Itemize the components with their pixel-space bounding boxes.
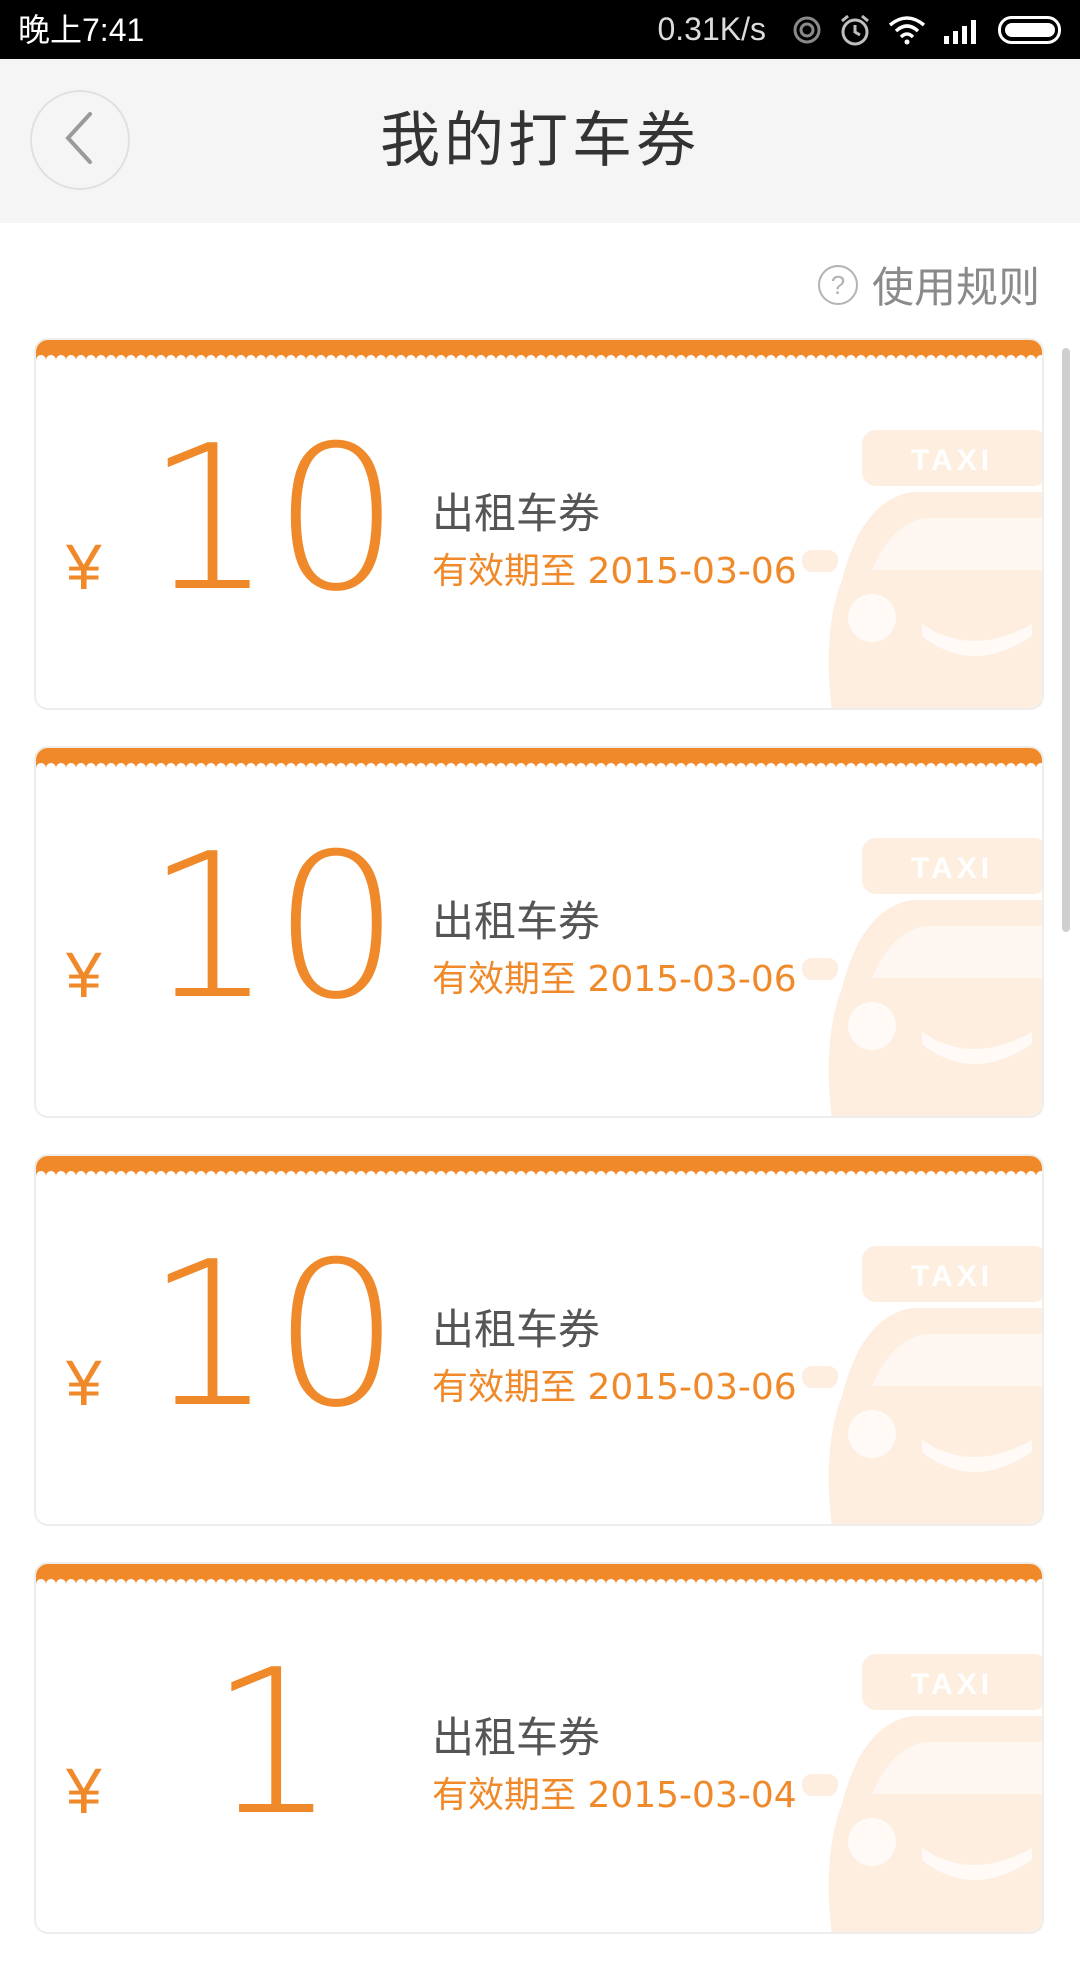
coupon-top-border: [36, 340, 1042, 370]
svg-text:TAXI: TAXI: [911, 852, 993, 885]
coupon-expiry: 有效期至 2015-03-06: [432, 1367, 797, 1408]
currency-symbol: ¥: [66, 1347, 102, 1419]
coupon-card[interactable]: ¥ 10 出租车券 有效期至 2015-03-06 TAXI: [34, 1154, 1044, 1526]
status-icons: 0.31K/s: [657, 0, 1064, 59]
coupon-card[interactable]: ¥ 10 出租车券 有效期至 2015-03-06 TAXI: [34, 338, 1044, 710]
usage-rules-label: 使用规则: [871, 263, 1040, 312]
coupon-top-border: [36, 748, 1042, 778]
header: 我的打车券: [0, 59, 1080, 223]
chevron-left-icon: [60, 108, 100, 172]
back-button[interactable]: [30, 90, 130, 190]
svg-text:TAXI: TAXI: [911, 1260, 993, 1293]
taxi-icon: TAXI: [802, 1246, 1042, 1524]
taxi-icon: TAXI: [802, 1654, 1042, 1932]
help-icon: ?: [817, 264, 858, 305]
coupon-card[interactable]: ¥ 10 出租车券 有效期至 2015-03-06 TAXI: [34, 746, 1044, 1118]
net-speed: 0.31K/s: [657, 11, 766, 47]
status-bar: 晚上7:41 0.31K/s: [0, 0, 1080, 59]
taxi-icon: TAXI: [802, 430, 1042, 708]
hotspot-icon: [792, 15, 822, 45]
usage-rules-link[interactable]: ? 使用规则: [817, 254, 1040, 315]
coupon-amount: 10: [145, 811, 401, 1044]
coupon-expiry: 有效期至 2015-03-06: [432, 551, 797, 592]
status-time: 晚上7:41: [18, 12, 145, 48]
coupon-top-border: [36, 1564, 1042, 1594]
coupon-name: 出租车券: [432, 897, 601, 946]
alarm-icon: [838, 13, 872, 47]
coupon-amount: 10: [145, 1219, 401, 1452]
battery-icon: [998, 15, 1064, 45]
taxi-icon: TAXI: [802, 838, 1042, 1116]
coupon-amount: 1: [209, 1627, 337, 1860]
currency-symbol: ¥: [66, 531, 102, 603]
coupon-card[interactable]: ¥ 1 出租车券 有效期至 2015-03-04 TAXI: [34, 1562, 1044, 1934]
coupon-top-border: [36, 1156, 1042, 1186]
coupon-expiry: 有效期至 2015-03-04: [432, 1775, 797, 1816]
svg-text:TAXI: TAXI: [911, 444, 993, 477]
coupon-amount: 10: [145, 403, 401, 636]
coupon-list: ¥ 10 出租车券 有效期至 2015-03-06 TAXI ¥ 10 出租车券…: [34, 338, 1044, 1970]
page-title: 我的打车券: [380, 106, 700, 176]
wifi-icon: [888, 15, 926, 45]
scrollbar[interactable]: [1062, 348, 1070, 932]
coupon-name: 出租车券: [432, 1305, 601, 1354]
signal-icon: [942, 16, 982, 44]
currency-symbol: ¥: [66, 1755, 102, 1827]
coupon-name: 出租车券: [432, 1713, 601, 1762]
coupon-expiry: 有效期至 2015-03-06: [432, 959, 797, 1000]
svg-text:TAXI: TAXI: [911, 1668, 993, 1701]
coupon-name: 出租车券: [432, 489, 601, 538]
currency-symbol: ¥: [66, 939, 102, 1011]
